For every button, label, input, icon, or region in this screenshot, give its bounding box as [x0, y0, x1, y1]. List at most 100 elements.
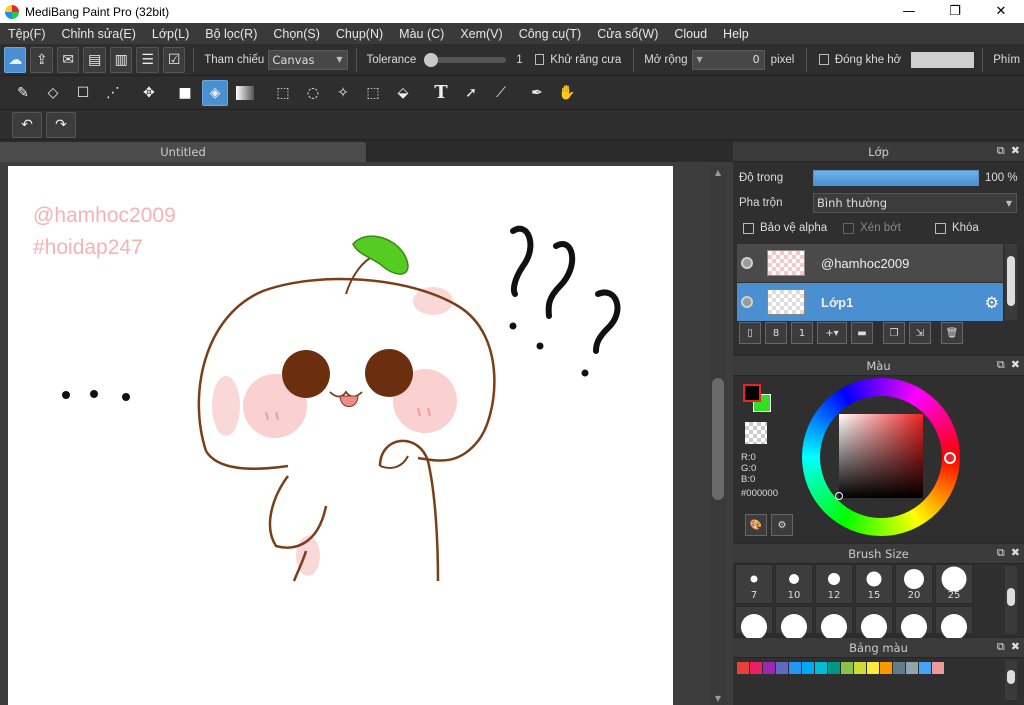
- blend-mode-select[interactable]: Bình thường ▼: [813, 193, 1017, 213]
- new-layer-button[interactable]: ▯: [739, 322, 761, 344]
- palette-swatch[interactable]: [737, 662, 749, 674]
- menu-select[interactable]: Chọn(S): [265, 27, 328, 41]
- scroll-thumb[interactable]: [1007, 256, 1015, 306]
- menu-filter[interactable]: Bộ lọc(R): [197, 27, 265, 41]
- gradient-tool[interactable]: [232, 80, 258, 106]
- brush-size-7[interactable]: 7: [735, 564, 773, 604]
- brush-size-row2-2[interactable]: [775, 606, 813, 640]
- move-tool[interactable]: ✥: [136, 80, 162, 106]
- brush-tool[interactable]: ✎: [10, 80, 36, 106]
- brush-size-row2-6[interactable]: [935, 606, 973, 640]
- popout-icon[interactable]: ⧉: [997, 640, 1005, 654]
- lasso-tool[interactable]: ◌: [300, 80, 326, 106]
- brush-size-15[interactable]: 15: [855, 564, 893, 604]
- close-icon[interactable]: ✖: [1011, 546, 1020, 560]
- magic-wand-tool[interactable]: ✧: [330, 80, 356, 106]
- protect-alpha-checkbox[interactable]: [743, 222, 754, 234]
- share-button[interactable]: ⇪: [30, 46, 53, 73]
- rectangle-tool[interactable]: ☐: [70, 80, 96, 106]
- menu-tools[interactable]: Công cụ(T): [511, 27, 590, 41]
- eraser-tool[interactable]: ◇: [40, 80, 66, 106]
- brush-size-20[interactable]: 20: [895, 564, 933, 604]
- new-8bit-layer-button[interactable]: 8: [765, 322, 787, 344]
- redo-button[interactable]: ↷: [46, 111, 76, 138]
- palette-swatch[interactable]: [828, 662, 840, 674]
- palette-swatch[interactable]: [932, 662, 944, 674]
- shortcut-label[interactable]: Phím: [993, 54, 1020, 66]
- visibility-eye-icon[interactable]: [741, 296, 753, 308]
- scroll-up-icon[interactable]: ▲: [713, 168, 723, 177]
- gear-icon[interactable]: ⚙: [985, 293, 999, 312]
- sv-marker[interactable]: [835, 492, 843, 500]
- chevron-down-icon[interactable]: ▼: [697, 55, 703, 64]
- palette-swatch[interactable]: [854, 662, 866, 674]
- delete-layer-button[interactable]: 🗑: [941, 322, 963, 344]
- slider-knob[interactable]: [424, 52, 439, 67]
- close-icon[interactable]: ✖: [1011, 358, 1020, 372]
- saturation-value-square[interactable]: [839, 414, 923, 498]
- comment-button[interactable]: ✉: [56, 46, 80, 73]
- close-gap-checkbox[interactable]: [819, 54, 829, 65]
- popout-icon[interactable]: ⧉: [997, 546, 1005, 560]
- palette-swatch[interactable]: [867, 662, 879, 674]
- palette-scrollbar[interactable]: [1005, 660, 1017, 700]
- brush-size-row2-5[interactable]: [895, 606, 933, 640]
- menu-cloud[interactable]: Cloud: [666, 27, 715, 41]
- palette-swatch[interactable]: [776, 662, 788, 674]
- menu-window[interactable]: Cửa sổ(W): [589, 27, 666, 41]
- maximize-button[interactable]: ❐: [932, 0, 978, 23]
- layer-item-watermark[interactable]: @hamhoc2009: [737, 244, 1003, 282]
- hue-marker[interactable]: [944, 452, 956, 464]
- opacity-slider[interactable]: [813, 170, 979, 186]
- color-settings-button[interactable]: ⚙: [771, 514, 793, 536]
- palette-swatch[interactable]: [789, 662, 801, 674]
- list-button[interactable]: ☰: [136, 46, 159, 73]
- menu-file[interactable]: Tệp(F): [0, 27, 54, 41]
- visibility-eye-icon[interactable]: [741, 257, 753, 269]
- new-1bit-layer-button[interactable]: 1: [791, 322, 813, 344]
- palette-swatch[interactable]: [919, 662, 931, 674]
- eyedropper-tool[interactable]: ✒: [524, 80, 550, 106]
- menu-snap[interactable]: Chụp(N): [328, 27, 391, 41]
- color-palette-button[interactable]: 🎨: [745, 514, 767, 536]
- menu-color[interactable]: Màu (C): [391, 27, 452, 41]
- fill-rect-tool[interactable]: ■: [172, 80, 198, 106]
- operation-tool[interactable]: ➚: [458, 80, 484, 106]
- palette-swatch[interactable]: [880, 662, 892, 674]
- clipping-checkbox[interactable]: [843, 222, 855, 234]
- message-button[interactable]: ▤: [83, 46, 106, 73]
- checklist-button[interactable]: ☑: [162, 46, 186, 73]
- drawing-canvas[interactable]: @hamhoc2009 #hoidap247: [8, 166, 673, 705]
- brush-scrollbar[interactable]: [1005, 566, 1017, 634]
- palette-swatch[interactable]: [893, 662, 905, 674]
- text-tool[interactable]: T: [428, 80, 454, 106]
- merge-layer-button[interactable]: ⇲: [909, 322, 931, 344]
- duplicate-layer-button[interactable]: ❐: [883, 322, 905, 344]
- palette-swatch[interactable]: [906, 662, 918, 674]
- select-pen-tool[interactable]: ⬚: [360, 80, 386, 106]
- layer-item-layer1[interactable]: Lớp1 ⚙: [737, 283, 1003, 321]
- canvas-vertical-scrollbar[interactable]: ▲ ▼: [709, 166, 727, 705]
- reference-select[interactable]: Canvas ▼: [268, 49, 348, 70]
- minimize-button[interactable]: —: [886, 0, 932, 23]
- scroll-thumb[interactable]: [712, 378, 724, 500]
- undo-button[interactable]: ↶: [12, 111, 42, 138]
- expand-stepper[interactable]: ▼ 0: [691, 49, 765, 70]
- menu-layer[interactable]: Lớp(L): [144, 27, 197, 41]
- tolerance-slider[interactable]: [424, 52, 507, 67]
- select-eraser-tool[interactable]: ⬙: [390, 80, 416, 106]
- antialias-checkbox[interactable]: [534, 54, 545, 65]
- popout-icon[interactable]: ⧉: [997, 144, 1005, 158]
- gap-color-swatch[interactable]: [911, 51, 975, 68]
- divide-tool[interactable]: ⟋: [488, 80, 514, 106]
- menu-edit[interactable]: Chỉnh sửa(E): [54, 27, 144, 41]
- scroll-down-icon[interactable]: ▼: [713, 694, 723, 703]
- menu-view[interactable]: Xem(V): [452, 27, 510, 41]
- palette-swatch[interactable]: [750, 662, 762, 674]
- lock-checkbox[interactable]: [934, 222, 946, 234]
- add-layer-menu-button[interactable]: +▾: [817, 322, 847, 344]
- close-icon[interactable]: ✖: [1011, 144, 1020, 158]
- palette-swatch[interactable]: [815, 662, 827, 674]
- palette-swatch[interactable]: [763, 662, 775, 674]
- layers-scrollbar[interactable]: [1005, 244, 1017, 320]
